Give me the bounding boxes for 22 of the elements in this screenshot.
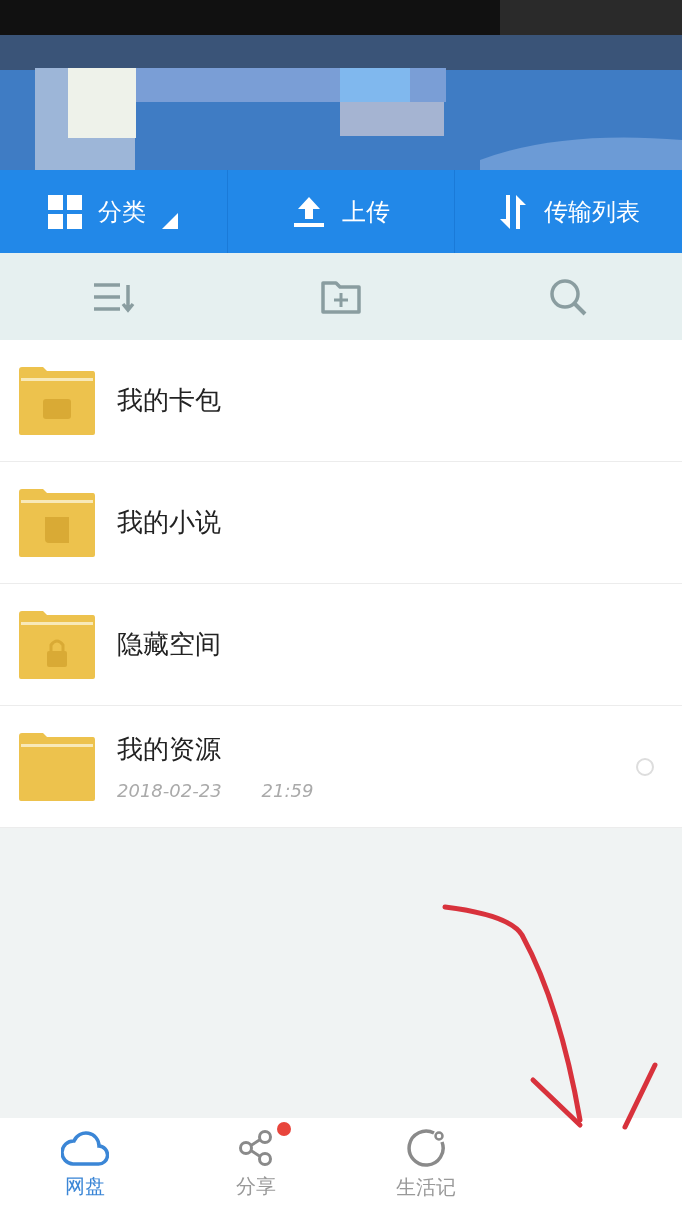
nav-tab[interactable]: 生活记 xyxy=(341,1118,512,1212)
select-radio[interactable] xyxy=(636,757,654,776)
book-folder-icon xyxy=(19,488,95,557)
new-folder-icon[interactable] xyxy=(320,278,362,315)
search-icon[interactable] xyxy=(548,276,589,317)
nav-tab[interactable]: 分享 xyxy=(170,1118,341,1212)
wallet-folder-icon xyxy=(19,366,95,435)
grid-icon xyxy=(48,194,83,229)
folder-time: 21:59 xyxy=(261,778,314,803)
folder-name: 我的卡包 xyxy=(117,384,222,417)
folder-name: 我的资源 xyxy=(117,732,222,766)
share-icon xyxy=(237,1129,274,1167)
action-button[interactable]: 分类 xyxy=(0,170,227,253)
lock-folder-icon xyxy=(19,610,95,679)
folder-name: 隐藏空间 xyxy=(117,628,222,661)
cloud-icon xyxy=(61,1129,110,1167)
ring-icon xyxy=(406,1128,447,1168)
folder-name: 我的小说 xyxy=(117,506,222,539)
folder-date: 2018-02-23 xyxy=(117,778,222,803)
sort-icon[interactable] xyxy=(91,280,136,313)
nav-tab[interactable]: 网盘 xyxy=(0,1118,171,1212)
folder-icon xyxy=(19,732,95,801)
